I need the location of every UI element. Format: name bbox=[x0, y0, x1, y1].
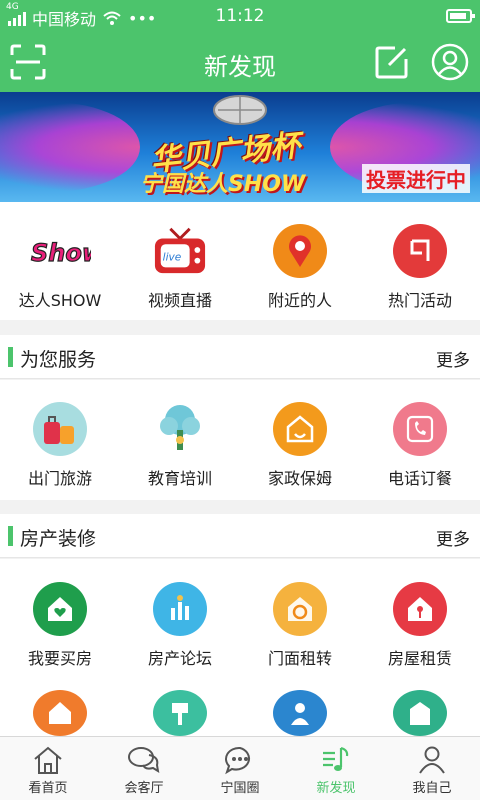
user-icon[interactable] bbox=[430, 42, 470, 82]
service-more-link[interactable]: 更多 bbox=[436, 346, 470, 371]
promo-banner[interactable]: 华贝广场杯 宁国达人SHOW 投票进行中 bbox=[0, 92, 480, 202]
featured-item-show[interactable]: Show 达人SHOW bbox=[0, 224, 120, 311]
location-pin-icon bbox=[273, 224, 327, 278]
house-label: 房产论坛 bbox=[147, 649, 212, 668]
house-lease-icon bbox=[393, 582, 447, 636]
luggage-icon bbox=[33, 402, 87, 456]
chat-icon bbox=[128, 747, 160, 773]
forum-chart-icon bbox=[153, 582, 207, 636]
building-icon bbox=[393, 690, 447, 736]
status-bar: 4G 中国移动 ••• 11:12 bbox=[0, 0, 480, 32]
house-item-shop-rent[interactable]: 门面租转 bbox=[240, 582, 360, 669]
phone-icon bbox=[393, 402, 447, 456]
featured-label: 附近的人 bbox=[267, 291, 332, 310]
house-item-forum[interactable]: 房产论坛 bbox=[120, 582, 240, 669]
edit-icon[interactable] bbox=[372, 42, 412, 82]
featured-label: 热门活动 bbox=[387, 291, 452, 310]
nav-bar: 新发现 bbox=[0, 32, 480, 92]
education-tree-icon bbox=[153, 402, 207, 456]
service-label: 家政保姆 bbox=[267, 469, 332, 488]
house-item-8[interactable] bbox=[360, 690, 480, 736]
service-item-education[interactable]: 教育培训 bbox=[120, 402, 240, 489]
house-section-header: 房产装修 更多 bbox=[0, 514, 480, 558]
microphone-icon bbox=[213, 95, 267, 125]
activity-flag-icon bbox=[393, 224, 447, 278]
tab-circle[interactable]: 宁国圈 bbox=[192, 737, 288, 800]
house-item-5[interactable] bbox=[0, 690, 120, 736]
house-item-7[interactable] bbox=[240, 690, 360, 736]
service-label: 出门旅游 bbox=[27, 469, 92, 488]
house-row: 我要买房 房产论坛 门面租转 房屋租赁 bbox=[0, 582, 480, 669]
house-icon bbox=[33, 690, 87, 736]
svg-text:Show: Show bbox=[31, 239, 91, 267]
house-row-2 bbox=[0, 690, 480, 736]
house-item-6[interactable] bbox=[120, 690, 240, 736]
housekeeping-icon bbox=[273, 402, 327, 456]
tab-label: 会客厅 bbox=[124, 781, 164, 796]
message-dots-icon bbox=[225, 746, 250, 775]
tab-home[interactable]: 看首页 bbox=[0, 737, 96, 800]
banner-vote-label: 投票进行中 bbox=[362, 164, 470, 193]
worker-icon bbox=[273, 690, 327, 736]
featured-item-live[interactable]: live 视频直播 bbox=[120, 224, 240, 311]
svg-text:live: live bbox=[163, 252, 182, 264]
featured-item-nearby[interactable]: 附近的人 bbox=[240, 224, 360, 311]
service-section-header: 为您服务 更多 bbox=[0, 335, 480, 379]
house-label: 房屋租赁 bbox=[387, 649, 452, 668]
status-time: 11:12 bbox=[215, 6, 265, 26]
service-item-travel[interactable]: 出门旅游 bbox=[0, 402, 120, 489]
service-item-phone-order[interactable]: 电话订餐 bbox=[360, 402, 480, 489]
tab-lounge[interactable]: 会客厅 bbox=[96, 737, 192, 800]
banner-wing-left bbox=[0, 102, 140, 192]
tab-discover[interactable]: 新发现 bbox=[288, 737, 384, 800]
featured-label: 达人SHOW bbox=[18, 291, 102, 310]
banner-subtitle: 宁国达人SHOW bbox=[140, 172, 306, 197]
live-tv-icon: live bbox=[153, 224, 207, 278]
paint-brush-icon bbox=[153, 690, 207, 736]
featured-item-activity[interactable]: 热门活动 bbox=[360, 224, 480, 311]
profile-icon bbox=[419, 746, 445, 774]
discover-icon bbox=[323, 746, 349, 771]
tab-label: 我自己 bbox=[412, 781, 452, 796]
house-more-link[interactable]: 更多 bbox=[436, 525, 470, 550]
section-accent-bar bbox=[8, 347, 13, 367]
buy-house-icon bbox=[33, 582, 87, 636]
section-accent-bar bbox=[8, 526, 13, 546]
show-logo-icon: Show bbox=[29, 224, 91, 278]
service-item-housekeeping[interactable]: 家政保姆 bbox=[240, 402, 360, 489]
house-item-lease[interactable]: 房屋租赁 bbox=[360, 582, 480, 669]
service-label: 教育培训 bbox=[147, 469, 212, 488]
bottom-tab-bar: 看首页 会客厅 宁国圈 新发现 我自己 bbox=[0, 736, 480, 800]
battery-icon bbox=[446, 9, 475, 23]
service-row: 出门旅游 教育培训 家政保姆 电话订餐 bbox=[0, 402, 480, 489]
tab-me[interactable]: 我自己 bbox=[384, 737, 480, 800]
home-icon bbox=[34, 746, 62, 774]
house-label: 门面租转 bbox=[267, 649, 332, 668]
house-item-buy[interactable]: 我要买房 bbox=[0, 582, 120, 669]
featured-label: 视频直播 bbox=[147, 291, 212, 310]
featured-row: Show 达人SHOW live 视频直播 附近的人 bbox=[0, 224, 480, 311]
tab-label: 新发现 bbox=[316, 781, 356, 796]
service-section-title: 为您服务 bbox=[20, 349, 97, 371]
house-label: 我要买房 bbox=[27, 649, 92, 668]
tab-label: 宁国圈 bbox=[220, 781, 260, 796]
house-section-title: 房产装修 bbox=[20, 528, 97, 550]
shop-rent-icon bbox=[273, 582, 327, 636]
service-label: 电话订餐 bbox=[387, 469, 452, 488]
tab-label: 看首页 bbox=[28, 781, 68, 796]
